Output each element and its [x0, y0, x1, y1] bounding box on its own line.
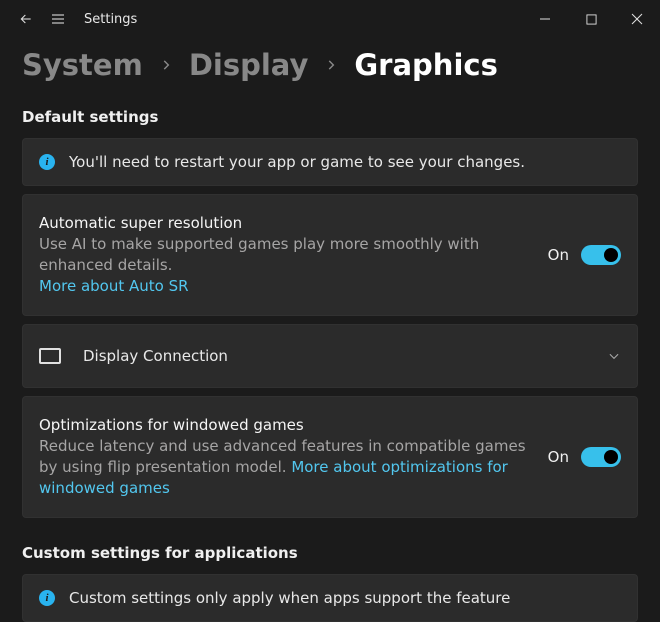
breadcrumb-display[interactable]: Display [189, 48, 309, 82]
close-button[interactable] [614, 3, 660, 35]
windowed-games-card: Optimizations for windowed games Reduce … [22, 396, 638, 518]
minimize-button[interactable] [522, 3, 568, 35]
windowed-state-label: On [548, 448, 569, 466]
info-restart-card: i You'll need to restart your app or gam… [22, 138, 638, 186]
auto-sr-toggle[interactable] [581, 245, 621, 265]
auto-sr-state-label: On [548, 246, 569, 264]
menu-button[interactable] [42, 3, 74, 35]
windowed-title: Optimizations for windowed games [39, 415, 534, 436]
window-controls [522, 3, 660, 35]
auto-sr-link[interactable]: More about Auto SR [39, 277, 189, 295]
info-custom-card: i Custom settings only apply when apps s… [22, 574, 638, 622]
auto-sr-card: Automatic super resolution Use AI to mak… [22, 194, 638, 316]
maximize-button[interactable] [568, 3, 614, 35]
display-icon [39, 348, 61, 364]
breadcrumb-graphics: Graphics [354, 48, 497, 82]
titlebar: Settings [0, 0, 660, 38]
auto-sr-title: Automatic super resolution [39, 213, 534, 234]
chevron-right-icon [324, 58, 338, 72]
back-button[interactable] [10, 3, 42, 35]
window-title: Settings [84, 12, 137, 27]
windowed-toggle[interactable] [581, 447, 621, 467]
display-connection-label: Display Connection [83, 347, 593, 365]
chevron-right-icon [159, 58, 173, 72]
auto-sr-description: Use AI to make supported games play more… [39, 235, 479, 274]
info-icon: i [39, 590, 55, 606]
breadcrumb-system[interactable]: System [22, 48, 143, 82]
info-custom-text: Custom settings only apply when apps sup… [69, 589, 621, 607]
breadcrumb: System Display Graphics [0, 38, 660, 96]
section-default-settings: Default settings [0, 96, 660, 138]
display-connection-row[interactable]: Display Connection [22, 324, 638, 388]
info-icon: i [39, 154, 55, 170]
info-restart-text: You'll need to restart your app or game … [69, 153, 621, 171]
section-custom-settings: Custom settings for applications [0, 518, 660, 574]
chevron-down-icon [607, 349, 621, 363]
